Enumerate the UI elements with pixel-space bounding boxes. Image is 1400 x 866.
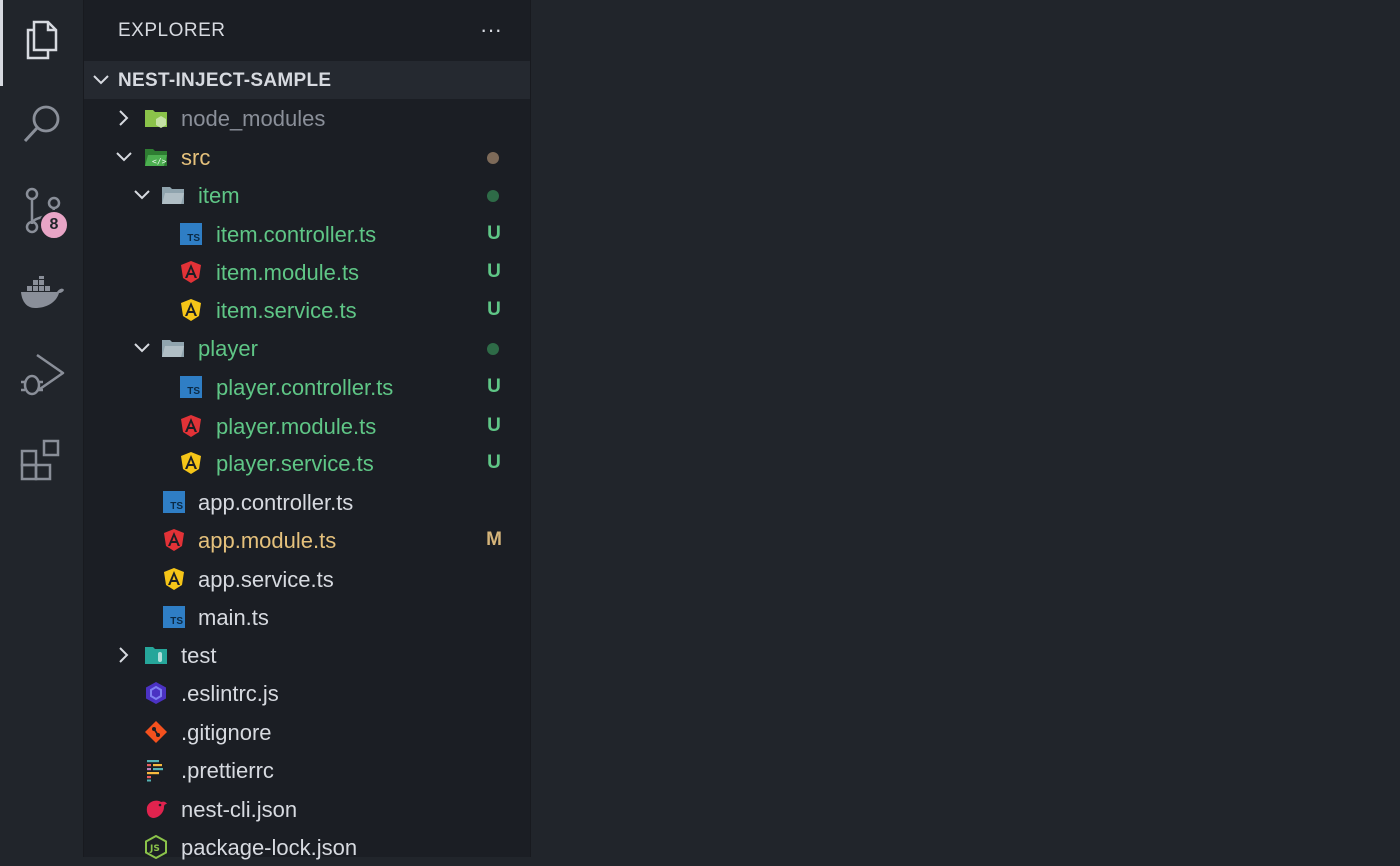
angular-module-icon: [164, 529, 184, 551]
project-name: NEST-INJECT-SAMPLE: [118, 70, 332, 91]
chevron-down-icon: [131, 184, 153, 206]
docker-activity-button[interactable]: [0, 253, 83, 333]
tree-item-label: player.controller.ts: [216, 375, 394, 400]
tree-item-label: app.module.ts: [198, 528, 337, 553]
tree-item-label: player.module.ts: [216, 414, 377, 439]
folder-open-icon: [162, 340, 184, 357]
tree-item-label: test: [181, 643, 217, 668]
tree-item-label: app.controller.ts: [198, 490, 354, 515]
git-status-untracked: U: [487, 299, 501, 320]
typescript-file-icon: TS: [163, 606, 185, 628]
typescript-file-icon: TS: [180, 223, 202, 245]
tree-item-label: item.service.ts: [216, 298, 357, 323]
svg-text:</>: </>: [152, 157, 167, 166]
tree-item-app-controller[interactable]: TS app.controller.ts: [84, 483, 530, 521]
activity-bar: 8: [0, 0, 84, 857]
search-activity-button[interactable]: [0, 83, 83, 163]
tree-item-player-folder[interactable]: player: [84, 329, 530, 367]
tree-item-player-controller[interactable]: TS player.controller.ts U: [84, 368, 530, 406]
git-status-untracked: U: [487, 452, 501, 473]
tree-item-item-controller[interactable]: TS item.controller.ts U: [84, 215, 530, 253]
test-folder-icon: [145, 647, 167, 664]
tree-item-label: main.ts: [198, 605, 269, 630]
editor-area[interactable]: [531, 0, 1400, 857]
tree-item-label: item.controller.ts: [216, 222, 377, 247]
tree-item-main[interactable]: TS main.ts: [84, 598, 530, 636]
tree-item-label: item: [198, 183, 240, 208]
extensions-icon: [20, 439, 59, 481]
chevron-down-icon: [131, 337, 153, 359]
more-actions-button[interactable]: ···: [474, 14, 508, 46]
chevron-right-icon: [113, 107, 135, 129]
tree-item-gitignore[interactable]: .gitignore: [84, 713, 530, 751]
tree-item-item-module[interactable]: item.module.ts U: [84, 253, 530, 291]
untracked-dot: [487, 190, 499, 202]
tree-item-player-module[interactable]: player.module.ts U: [84, 407, 530, 445]
nestjs-icon: [146, 800, 167, 818]
git-status-untracked: U: [487, 223, 501, 244]
angular-module-icon: [181, 415, 201, 437]
tree-item-label: app.service.ts: [198, 567, 334, 592]
tree-item-src[interactable]: </> src: [84, 138, 530, 176]
svg-text:JS: JS: [149, 844, 160, 854]
typescript-file-icon: TS: [163, 491, 185, 513]
git-status-untracked: U: [487, 415, 501, 436]
tree-item-label: nest-cli.json: [181, 797, 298, 822]
tree-item-label: .gitignore: [181, 720, 272, 745]
explorer-activity-button[interactable]: [0, 0, 83, 86]
git-icon: [145, 721, 167, 743]
source-control-activity-button[interactable]: [0, 170, 83, 250]
chevron-down-icon: [113, 146, 135, 168]
tree-item-label: player.service.ts: [216, 451, 374, 476]
tree-item-label: item.module.ts: [216, 260, 360, 285]
typescript-file-icon: TS: [180, 376, 202, 398]
tree-item-app-module[interactable]: app.module.ts M: [84, 521, 530, 559]
explorer-title: EXPLORER: [118, 20, 226, 41]
run-debug-icon: [20, 353, 64, 396]
tree-item-label: .prettierrc: [181, 758, 274, 783]
src-folder-open-icon: </>: [145, 149, 167, 166]
tree-item-label: node_modules: [181, 106, 326, 131]
tree-item-package-lock[interactable]: JS package-lock.json: [84, 828, 530, 866]
tree-item-eslintrc[interactable]: .eslintrc.js: [84, 674, 530, 712]
eslint-icon: [146, 682, 166, 704]
folder-open-icon: [162, 187, 184, 204]
tree-item-label: package-lock.json: [181, 835, 358, 860]
angular-module-icon: [181, 261, 201, 283]
git-status-untracked: U: [487, 376, 501, 397]
untracked-dot: [487, 343, 499, 355]
git-status-modified: M: [486, 529, 502, 550]
explorer-sidebar: EXPLORER ··· NEST-INJECT-SAMPLE node_mod…: [84, 0, 531, 860]
prettier-icon: [147, 760, 163, 782]
project-folder-header[interactable]: NEST-INJECT-SAMPLE: [84, 61, 530, 99]
tree-item-item-service[interactable]: item.service.ts U: [84, 291, 530, 329]
extensions-activity-button[interactable]: [0, 420, 83, 500]
git-status-untracked: U: [487, 261, 501, 282]
search-icon: [23, 105, 59, 143]
angular-service-icon: [181, 299, 201, 321]
tree-item-item-folder[interactable]: item: [84, 176, 530, 214]
tree-item-prettierrc[interactable]: .prettierrc: [84, 751, 530, 789]
tree-item-label: player: [198, 336, 258, 361]
modified-dot: [487, 152, 499, 164]
tree-item-label: .eslintrc.js: [181, 681, 279, 706]
chevron-down-icon: [90, 69, 112, 91]
source-control-badge: 8: [39, 210, 69, 240]
tree-item-nest-cli[interactable]: nest-cli.json: [84, 790, 530, 828]
angular-service-icon: [164, 568, 184, 590]
tree-item-label: src: [181, 145, 211, 170]
files-icon: [26, 20, 57, 60]
node-folder-icon: [145, 110, 167, 128]
run-debug-activity-button[interactable]: [0, 335, 83, 415]
tree-item-test[interactable]: test: [84, 636, 530, 674]
explorer-header: EXPLORER ···: [84, 0, 530, 60]
tree-item-node-modules[interactable]: node_modules: [84, 99, 530, 137]
angular-service-icon: [181, 452, 201, 474]
nodejs-icon: JS: [145, 835, 167, 859]
chevron-right-icon: [113, 644, 135, 666]
tree-item-app-service[interactable]: app.service.ts: [84, 560, 530, 598]
docker-icon: [20, 276, 64, 308]
tree-item-player-service[interactable]: player.service.ts U: [84, 444, 530, 482]
